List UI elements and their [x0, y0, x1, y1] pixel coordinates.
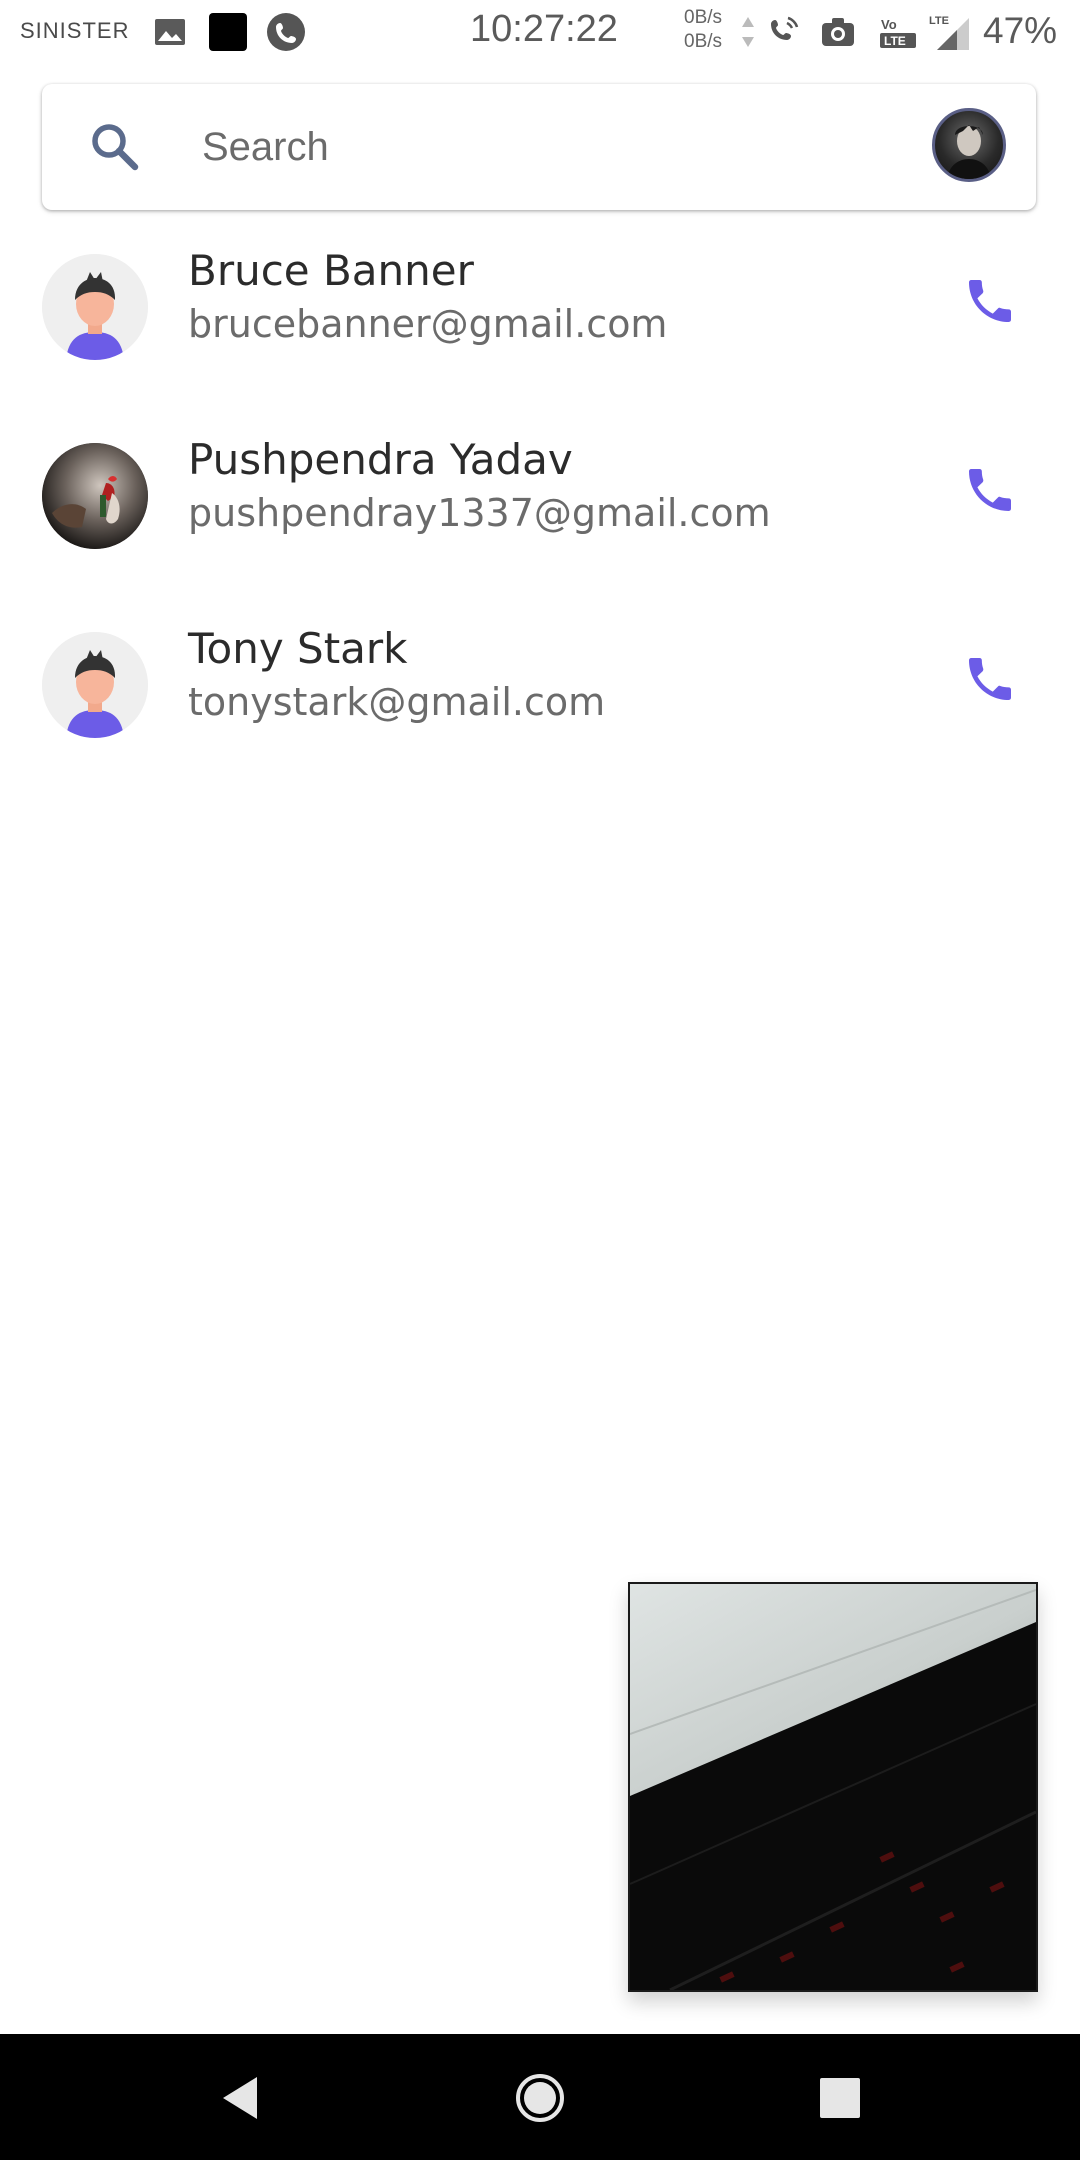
battery-level: 47% [983, 10, 1058, 51]
user-avatar[interactable] [932, 108, 1006, 182]
net-up-label: 0B/s [684, 7, 723, 28]
status-bar: SINISTER 10:27:22 0B/s 0B/s Vo LTE LTE 47… [0, 0, 1080, 64]
contact-name: Bruce Banner [188, 246, 474, 295]
svg-text:LTE: LTE [929, 15, 949, 27]
volte-icon: Vo LTE [876, 10, 920, 54]
contact-row[interactable]: Tony Stark tonystark@gmail.com [0, 602, 1080, 782]
camera-status-icon [818, 10, 858, 54]
search-bar [42, 84, 1036, 210]
contact-avatar [42, 632, 148, 738]
data-arrows-icon [738, 10, 758, 54]
carrier-label: SINISTER [20, 18, 130, 43]
network-speed: 0B/s 0B/s [684, 6, 722, 54]
app-notification-icon [206, 10, 250, 54]
recents-square-icon[interactable] [812, 2070, 868, 2126]
wifi-call-icon [764, 10, 804, 54]
svg-text:Vo: Vo [881, 17, 897, 32]
svg-text:LTE: LTE [884, 34, 906, 48]
contact-row[interactable]: Bruce Banner brucebanner@gmail.com [0, 224, 1080, 404]
contact-email: brucebanner@gmail.com [188, 302, 668, 346]
signal-strength-icon: LTE [926, 10, 972, 54]
contact-name: Pushpendra Yadav [188, 435, 573, 484]
search-icon[interactable] [88, 120, 142, 174]
contact-avatar [42, 443, 148, 549]
contact-name: Tony Stark [188, 624, 408, 673]
search-input[interactable] [194, 114, 910, 180]
camera-preview[interactable] [628, 1582, 1038, 1992]
contact-email: tonystark@gmail.com [188, 680, 606, 724]
net-down-label: 0B/s [684, 31, 723, 52]
contact-email: pushpendray1337@gmail.com [188, 491, 771, 535]
home-circle-icon[interactable] [512, 2070, 568, 2126]
navigation-bar [0, 2034, 1080, 2160]
back-triangle-icon[interactable] [212, 2070, 268, 2126]
call-notification-icon [264, 10, 308, 54]
gallery-notification-icon [152, 10, 188, 54]
contact-row[interactable]: Pushpendra Yadav pushpendray1337@gmail.c… [0, 413, 1080, 593]
clock: 10:27:22 [470, 8, 618, 50]
phone-icon[interactable] [955, 266, 1025, 336]
contact-avatar [42, 254, 148, 360]
phone-icon[interactable] [955, 455, 1025, 525]
phone-icon[interactable] [955, 644, 1025, 714]
